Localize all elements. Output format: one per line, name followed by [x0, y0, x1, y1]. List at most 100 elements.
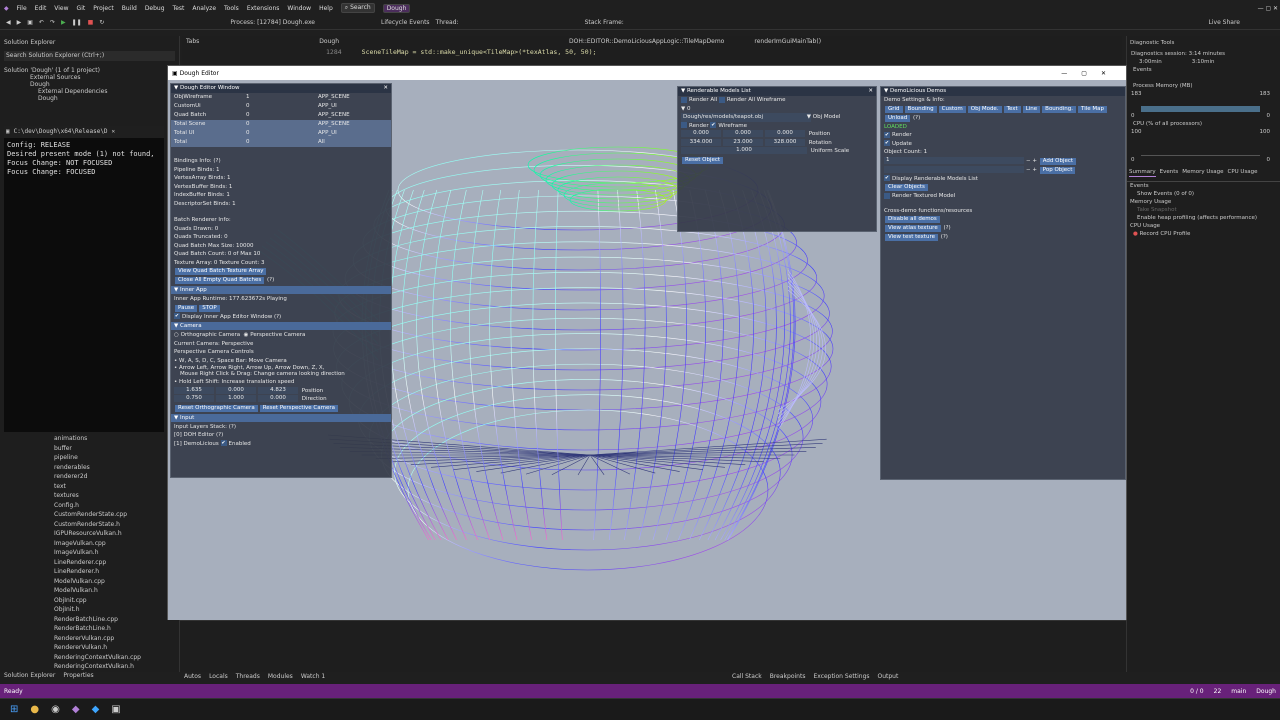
tab-properties[interactable]: Properties: [63, 672, 93, 679]
stats-row[interactable]: Quad Batch 0 APP_SCENE: [171, 111, 391, 120]
render-checkbox[interactable]: [884, 131, 890, 138]
menu-help[interactable]: Help: [319, 5, 333, 12]
file-tree-item[interactable]: ObjInit.cpp: [54, 596, 141, 606]
menu-file[interactable]: File: [17, 5, 27, 12]
tab-watch[interactable]: Watch 1: [301, 673, 325, 680]
menu-git[interactable]: Git: [77, 5, 86, 12]
continue-icon[interactable]: ▶: [61, 19, 66, 26]
visual-studio-icon[interactable]: ◆: [72, 704, 80, 715]
process-label[interactable]: Process: [12784] Dough.exe: [230, 19, 315, 26]
update-checkbox[interactable]: [884, 140, 890, 146]
tab-threads[interactable]: Threads: [236, 673, 260, 680]
render-textured-checkbox[interactable]: [884, 192, 890, 199]
render-viewport[interactable]: ▼ Dough Editor Window ✕ ObjWireframe 1 APP_…: [168, 80, 1126, 620]
demo-tab[interactable]: Bounding.: [1042, 105, 1077, 113]
reset-object-button[interactable]: Reset Object: [682, 156, 724, 164]
demo-tab[interactable]: Custom: [938, 105, 966, 113]
take-snapshot-button[interactable]: Take Snapshot: [1127, 206, 1280, 214]
file-tree-item[interactable]: IGPUResourceVulkan.h: [54, 529, 141, 539]
file-tree-item[interactable]: RenderingContextVulkan.cpp: [54, 653, 141, 663]
tree-item-ext-deps[interactable]: External Dependencies: [0, 88, 179, 95]
file-tree-item[interactable]: LineRenderer.h: [54, 567, 141, 577]
tab-cpu-usage[interactable]: CPU Usage: [1227, 168, 1257, 177]
display-inner-checkbox[interactable]: Display Inner App Editor Window (?): [171, 313, 391, 322]
camera-header[interactable]: ▼ Camera: [171, 322, 391, 330]
file-tree-item[interactable]: Config.h: [54, 501, 141, 511]
file-tree-item[interactable]: ModelVulkan.cpp: [54, 577, 141, 587]
panel-titlebar[interactable]: ▼ Renderable Models List ✕: [678, 87, 876, 96]
heap-profiling-checkbox[interactable]: Enable heap profiling (affects performan…: [1127, 214, 1280, 222]
demo-tab[interactable]: Text: [1003, 105, 1021, 113]
model-path-dropdown[interactable]: Dough/res/models/teapot.obj ▼: [681, 113, 811, 122]
tree-item-dough-folder[interactable]: Dough: [0, 95, 179, 102]
input-header[interactable]: ▼ Input: [171, 413, 391, 422]
thread-label[interactable]: Thread:: [436, 19, 459, 26]
help-marker[interactable]: (?): [913, 115, 920, 121]
tab-memory-usage[interactable]: Memory Usage: [1182, 168, 1223, 177]
pop-object-button[interactable]: Pop Object: [1039, 166, 1076, 174]
panel-titlebar[interactable]: ▼ DemoLicious Demos: [881, 87, 1125, 96]
tab-modules[interactable]: Modules: [268, 673, 293, 680]
vscode-icon[interactable]: ◆: [92, 704, 100, 715]
status-errors[interactable]: 0 / 0: [1190, 688, 1203, 695]
pause-button[interactable]: Pause: [175, 304, 198, 312]
panel-titlebar[interactable]: ▼ Dough Editor Window ✕: [171, 84, 391, 93]
position-x-field[interactable]: 0.000: [681, 130, 721, 137]
render-checkbox[interactable]: [681, 122, 687, 128]
tree-item-dough[interactable]: Dough: [0, 81, 179, 88]
rotation-y-field[interactable]: 23.000: [723, 138, 763, 146]
stop-icon[interactable]: ■: [88, 19, 94, 26]
display-list-checkbox[interactable]: [884, 175, 890, 181]
stackframe-label[interactable]: Stack Frame:: [585, 19, 624, 26]
tab-autos[interactable]: Autos: [184, 673, 201, 680]
file-tree-item[interactable]: CustomRenderState.cpp: [54, 510, 141, 520]
help-marker[interactable]: (?): [267, 277, 274, 283]
tab-summary[interactable]: Summary: [1129, 168, 1156, 177]
file-tree-item[interactable]: LineRenderer.cpp: [54, 558, 141, 568]
save-icon[interactable]: ▣: [27, 19, 33, 26]
file-tree-item[interactable]: RenderingContextVulkan.h: [54, 662, 141, 672]
file-tree-item[interactable]: ImageVulkan.h: [54, 548, 141, 558]
menu-tools[interactable]: Tools: [224, 5, 239, 12]
tree-item-external[interactable]: External Sources: [0, 74, 179, 81]
tab-exception-settings[interactable]: Exception Settings: [813, 673, 869, 680]
menu-view[interactable]: View: [54, 5, 68, 12]
back-icon[interactable]: ◀: [6, 19, 11, 26]
scope-dropdown[interactable]: DOH::EDITOR::DemoLiciousAppLogic::TileMa…: [569, 38, 724, 45]
file-tree-item[interactable]: ModelVulkan.h: [54, 586, 141, 596]
member-dropdown[interactable]: renderImGuiMainTab(): [754, 38, 821, 45]
pos-x-field[interactable]: 1.635: [174, 386, 214, 394]
undo-icon[interactable]: ↶: [39, 19, 44, 26]
rotation-z-field[interactable]: 328.000: [765, 138, 805, 146]
tab-dough[interactable]: Dough: [319, 38, 339, 45]
restart-icon[interactable]: ↻: [99, 19, 104, 26]
close-icon[interactable]: ✕: [112, 128, 116, 136]
file-tree-item[interactable]: RendererVulkan.h: [54, 643, 141, 653]
menu-analyze[interactable]: Analyze: [192, 5, 216, 12]
stats-row[interactable]: CustomUi 0 APP_UI: [171, 102, 391, 111]
menu-debug[interactable]: Debug: [145, 5, 165, 12]
tab-output[interactable]: Output: [878, 673, 899, 680]
menu-extensions[interactable]: Extensions: [247, 5, 280, 12]
count-input-2[interactable]: [884, 165, 1024, 173]
help-marker[interactable]: (?): [943, 225, 950, 231]
demo-tab[interactable]: Tile Map: [1078, 105, 1108, 113]
close-empty-batches-button[interactable]: Close All Empty Quad Batches: [175, 277, 265, 284]
position-y-field[interactable]: 0.000: [723, 130, 763, 137]
app-icon[interactable]: ▣: [111, 704, 120, 715]
file-tree-item[interactable]: RendererVulkan.cpp: [54, 634, 141, 644]
status-repo[interactable]: Dough: [1256, 688, 1276, 695]
demo-tab[interactable]: Grid: [885, 105, 903, 113]
inner-app-header[interactable]: ▼ Inner App: [171, 286, 391, 294]
file-tree-item[interactable]: renderer2d: [54, 472, 141, 482]
search-box[interactable]: ⌕ Search: [340, 3, 375, 13]
minus-button[interactable]: −: [1026, 167, 1031, 173]
tab-locals[interactable]: Locals: [209, 673, 228, 680]
file-tree-item[interactable]: pipeline: [54, 453, 141, 463]
solution-root[interactable]: Solution 'Dough' (1 of 1 project): [0, 67, 179, 74]
model-index[interactable]: ▼ 0: [678, 105, 876, 114]
record-cpu-button[interactable]: ● Record CPU Profile: [1127, 230, 1280, 238]
close-icon[interactable]: ✕: [868, 87, 873, 96]
show-events-link[interactable]: Show Events (0 of 0): [1127, 190, 1280, 198]
file-tree-item[interactable]: ImageVulkan.cpp: [54, 539, 141, 549]
